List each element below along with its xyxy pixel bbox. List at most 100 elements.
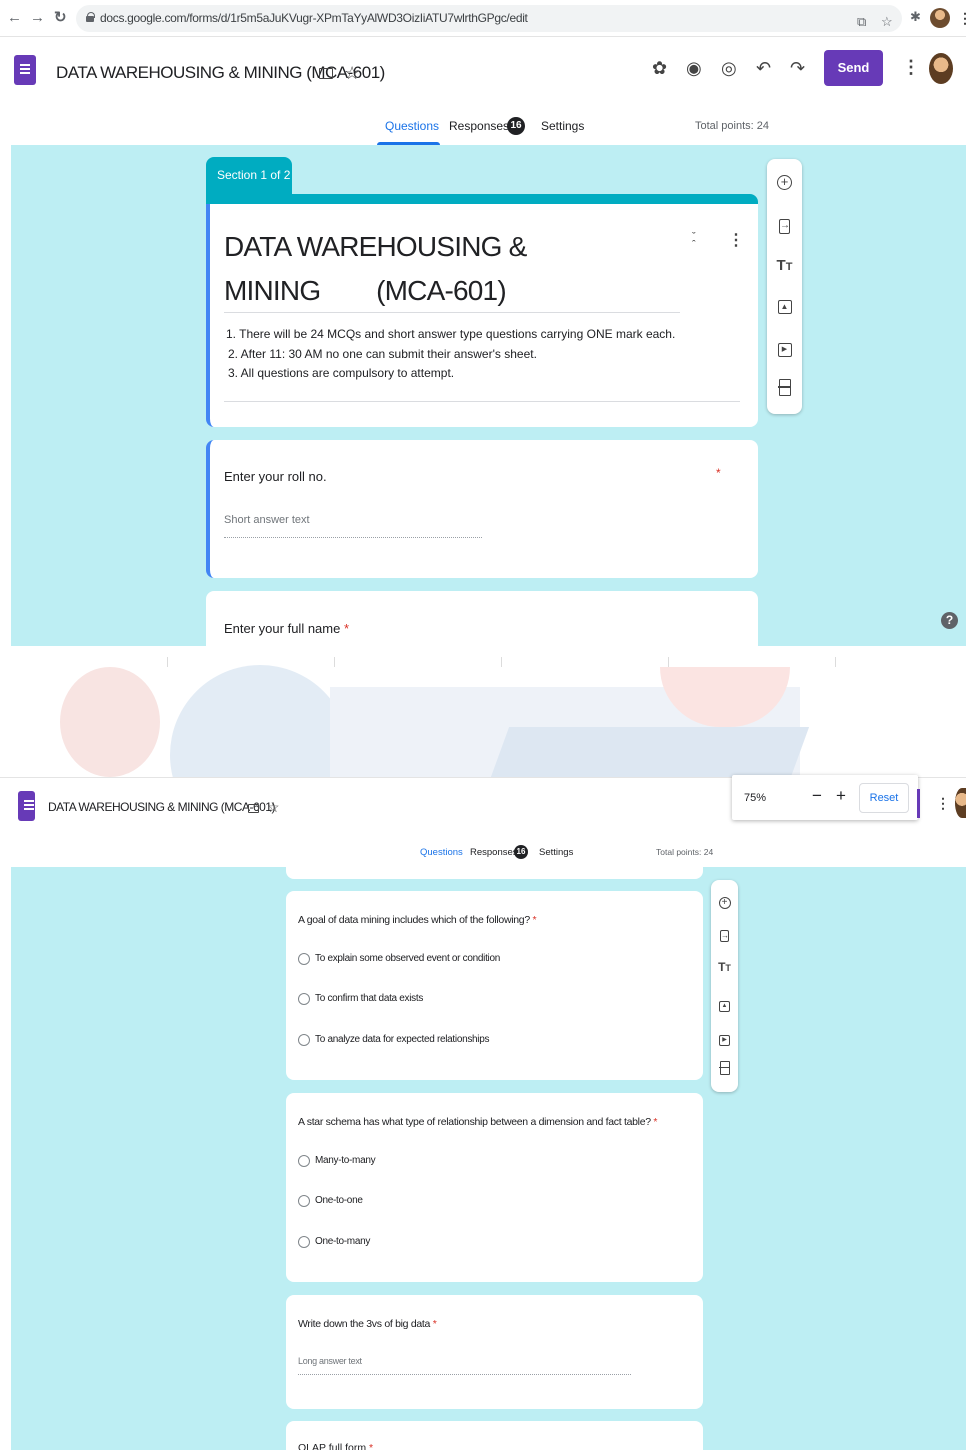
add-image-icon[interactable]: ▲ — [767, 297, 802, 314]
send-button-edge[interactable] — [917, 789, 920, 818]
addons-icon[interactable]: ✿ — [652, 58, 667, 78]
user-avatar[interactable] — [955, 788, 966, 818]
tab-responses[interactable]: Responses — [449, 119, 509, 133]
add-video-icon[interactable]: ▶ — [711, 1029, 738, 1046]
doc-title[interactable]: DATA WAREHOUSING & MINING (MCA-601) — [56, 63, 385, 83]
forms-logo-icon[interactable] — [14, 55, 36, 85]
question-card[interactable] — [286, 1295, 703, 1409]
reload-icon[interactable]: ↻ — [54, 9, 67, 27]
add-image-icon[interactable]: ▲ — [711, 995, 738, 1012]
option-label[interactable]: Many-to-many — [315, 1155, 376, 1166]
zoom-level: 75% — [744, 792, 767, 804]
required-marker: * — [653, 1116, 658, 1128]
more-icon[interactable]: ⋮ — [936, 796, 950, 810]
import-questions-icon[interactable]: → — [711, 926, 738, 942]
question-card[interactable]: OLAP full form * — [286, 1421, 703, 1450]
question-title[interactable]: OLAP full form * — [298, 1442, 373, 1450]
total-points: Total points: 24 — [656, 847, 714, 857]
option-label[interactable]: To analyze data for expected relationshi… — [315, 1034, 489, 1045]
bookmark-star-icon[interactable]: ☆ — [881, 15, 893, 29]
required-marker: * — [369, 1442, 374, 1450]
star-icon[interactable]: ☆ — [344, 64, 360, 82]
collapse-icon[interactable]: ˇˆ — [692, 232, 696, 251]
answer-line — [298, 1374, 631, 1375]
required-marker: * — [343, 621, 350, 636]
zoom-popup: 75% − + Reset — [732, 775, 918, 820]
share-icon[interactable]: ⧉ — [857, 15, 866, 29]
zoom-reset-button[interactable]: Reset — [859, 783, 909, 813]
redo-icon[interactable]: ↷ — [790, 58, 805, 78]
radio-button[interactable] — [298, 993, 310, 1005]
form-description[interactable]: 1. There will be 24 MCQs and short answe… — [226, 325, 675, 384]
section-more-icon[interactable]: ⋮ — [728, 233, 744, 249]
tab-responses[interactable]: Responses — [470, 847, 518, 858]
radio-button[interactable] — [298, 1155, 310, 1167]
browser-toolbar: ← → ↻ docs.google.com/forms/d/1r5m5aJuKV… — [0, 0, 966, 37]
question-title[interactable]: Write down the 3vs of big data * — [298, 1318, 437, 1330]
extensions-icon[interactable]: ✱ — [910, 10, 921, 24]
radio-button[interactable] — [298, 1034, 310, 1046]
back-icon[interactable]: ← — [7, 9, 22, 27]
add-question-icon[interactable]: + — [767, 174, 802, 190]
radio-button[interactable] — [298, 1236, 310, 1248]
zoom-in-button[interactable]: + — [836, 787, 846, 804]
add-title-icon[interactable]: TT — [711, 961, 738, 973]
profile-avatar[interactable] — [930, 8, 950, 28]
short-answer-placeholder: Short answer text — [224, 514, 310, 526]
description-line: 3. All questions are compulsory to attem… — [228, 366, 455, 380]
title-underline — [224, 312, 680, 313]
question-card[interactable] — [206, 440, 758, 578]
required-marker: * — [716, 466, 721, 480]
question-title[interactable]: Enter your full name * — [224, 621, 349, 636]
option-label[interactable]: To confirm that data exists — [315, 993, 423, 1004]
background-image — [0, 647, 966, 777]
browser-menu-icon[interactable]: ⋮ — [958, 11, 966, 25]
responses-count-badge: 16 — [514, 845, 528, 859]
option-label[interactable]: To explain some observed event or condit… — [315, 953, 500, 964]
radio-button[interactable] — [298, 1195, 310, 1207]
tab-settings[interactable]: Settings — [541, 119, 584, 133]
help-icon[interactable]: ? — [941, 612, 958, 629]
option-label[interactable]: One-to-many — [315, 1236, 370, 1247]
doc-title[interactable]: DATA WAREHOUSING & MINING (MCA-601) — [48, 800, 275, 814]
add-question-icon[interactable]: + — [711, 893, 738, 909]
import-questions-icon[interactable]: → — [767, 216, 802, 234]
address-bar[interactable]: docs.google.com/forms/d/1r5m5aJuKVugr-XP… — [76, 5, 902, 32]
folder-icon[interactable] — [319, 68, 333, 79]
tab-settings[interactable]: Settings — [539, 847, 573, 858]
user-avatar[interactable] — [929, 53, 953, 84]
folder-icon[interactable] — [248, 804, 259, 813]
zoom-out-button[interactable]: − — [812, 787, 822, 804]
answer-line — [224, 537, 482, 538]
title-card-accent — [206, 194, 758, 204]
forward-icon[interactable]: → — [30, 9, 45, 27]
description-underline — [224, 401, 740, 402]
add-section-icon[interactable] — [767, 379, 802, 400]
undo-icon[interactable]: ↶ — [756, 58, 771, 78]
lock-icon — [86, 12, 95, 22]
form-title[interactable]: DATA WAREHOUSING & MINING (MCA-601) — [224, 225, 679, 313]
option-label[interactable]: One-to-one — [315, 1195, 363, 1206]
preview-icon[interactable]: ◎ — [721, 58, 737, 78]
question-title[interactable]: A star schema has what type of relations… — [298, 1116, 657, 1128]
question-card[interactable] — [206, 591, 758, 646]
add-title-icon[interactable]: TT — [767, 258, 802, 273]
send-button[interactable]: Send — [824, 50, 883, 86]
add-video-icon[interactable]: ▶ — [767, 339, 802, 357]
more-icon[interactable]: ⋮ — [902, 58, 920, 76]
palette-icon[interactable]: ◉ — [686, 58, 702, 78]
question-card — [286, 860, 703, 879]
radio-button[interactable] — [298, 953, 310, 965]
question-title[interactable]: Enter your roll no. — [224, 469, 327, 484]
tab-questions[interactable]: Questions — [385, 119, 439, 133]
question-title[interactable]: A goal of data mining includes which of … — [298, 914, 537, 926]
question-toolbar: + → TT ▲ ▶ — [711, 880, 738, 1092]
tab-questions[interactable]: Questions — [420, 847, 463, 858]
question-toolbar: + → TT ▲ ▶ — [767, 159, 802, 414]
forms-logo-icon[interactable] — [18, 791, 35, 821]
total-points: Total points: 24 — [695, 120, 769, 132]
add-section-icon[interactable] — [711, 1061, 738, 1079]
url-text[interactable]: docs.google.com/forms/d/1r5m5aJuKVugr-XP… — [100, 11, 528, 25]
description-line: 1. There will be 24 MCQs and short answe… — [226, 327, 676, 341]
star-icon[interactable]: ☆ — [267, 800, 280, 814]
